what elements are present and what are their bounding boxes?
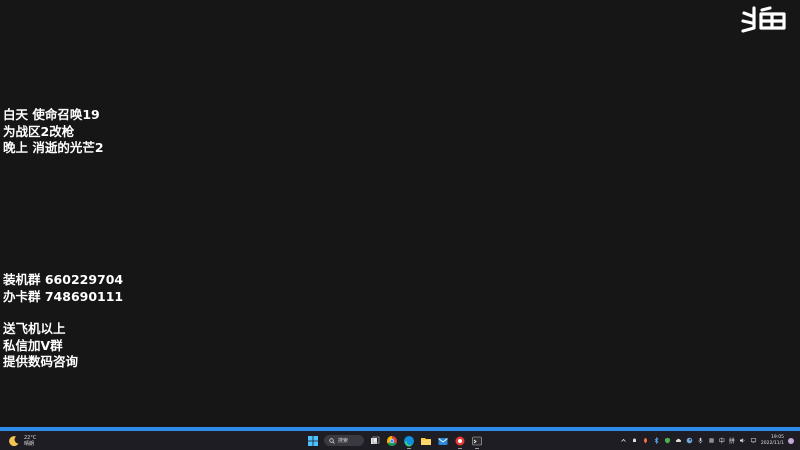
group-info-block: 装机群 660229704 办卡群 748690111 [3, 272, 123, 305]
tray-app-7[interactable] [708, 437, 715, 444]
ime-language[interactable]: 中 [719, 436, 725, 445]
mail-button[interactable] [437, 435, 449, 447]
app-icon [455, 436, 465, 445]
schedule-line: 白天 使命召唤19 [3, 107, 100, 122]
search-label: 搜索 [338, 438, 349, 444]
schedule-line: 为战区2改枪 [3, 123, 75, 139]
windows-icon [308, 435, 318, 446]
shield-icon [664, 437, 670, 444]
chevron-up-icon [621, 438, 626, 442]
notification-icon[interactable] [788, 437, 794, 444]
taskbar-apps: 搜索 [307, 433, 483, 449]
tray-app-1[interactable] [631, 437, 638, 444]
microphone-button[interactable] [697, 437, 704, 444]
task-view-icon [371, 436, 380, 444]
bluetooth-icon [654, 437, 659, 444]
network-button[interactable] [750, 437, 757, 444]
terminal-button[interactable] [471, 435, 483, 449]
volume-button[interactable] [739, 437, 746, 444]
clock[interactable]: 19:05 2022/11/1 [761, 435, 784, 447]
tray-app-4[interactable] [664, 437, 671, 444]
file-explorer-button[interactable] [420, 435, 432, 447]
edge-icon [404, 435, 414, 447]
weather-condition: 晴朗 [24, 440, 35, 447]
chrome-button[interactable] [386, 435, 398, 447]
task-view-button[interactable] [369, 435, 381, 447]
flame-icon [643, 437, 647, 444]
mail-icon [438, 437, 448, 445]
bell-icon [632, 438, 636, 442]
promo-text-block: 送飞机以上 私信加V群 提供数码咨询 [3, 321, 78, 371]
weather-temp: 22°C [24, 434, 37, 441]
promo-line: 私信加V群 [3, 337, 63, 353]
system-tray: 中 拼 19:05 2022/11/1 [620, 433, 794, 448]
steam-icon [686, 437, 693, 444]
group-line: 装机群 660229704 [3, 272, 124, 287]
group-line: 办卡群 748690111 [3, 288, 124, 304]
chrome-icon [387, 435, 397, 446]
cloud-icon [675, 438, 681, 442]
network-icon [750, 438, 756, 444]
moon-icon [9, 435, 19, 446]
start-button[interactable] [307, 435, 319, 447]
app-button[interactable] [454, 435, 466, 449]
folder-icon [421, 437, 431, 445]
taskbar: 22°C 晴朗 搜索 中 拼 19:05 2022/11/1 [0, 431, 800, 450]
tray-app-2[interactable] [642, 437, 649, 444]
running-indicator [458, 447, 462, 449]
ime-mode[interactable]: 拼 [729, 436, 735, 445]
edge-button[interactable] [403, 435, 415, 449]
tray-app-3[interactable] [653, 437, 660, 444]
running-indicator [407, 447, 411, 449]
clock-date: 2022/11/1 [760, 440, 784, 446]
terminal-icon [472, 436, 482, 445]
tray-app-6[interactable] [686, 437, 693, 444]
running-indicator [475, 447, 479, 449]
promo-line: 提供数码咨询 [3, 354, 79, 369]
promo-line: 送飞机以上 [3, 321, 66, 336]
schedule-text-block: 白天 使命召唤19 为战区2改枪 晚上 消逝的光芒2 [3, 107, 104, 157]
microphone-icon [698, 437, 703, 444]
taskbar-search[interactable]: 搜索 [324, 435, 364, 446]
chevron-up-button[interactable] [620, 437, 627, 444]
schedule-line: 晚上 消逝的光芒2 [3, 140, 104, 155]
tray-app-5[interactable] [675, 437, 682, 444]
weather-widget[interactable]: 22°C 晴朗 [8, 433, 36, 448]
search-icon [329, 437, 335, 444]
app-tray-icon [709, 438, 714, 443]
speaker-icon [739, 438, 745, 443]
douyu-logo [741, 6, 786, 33]
